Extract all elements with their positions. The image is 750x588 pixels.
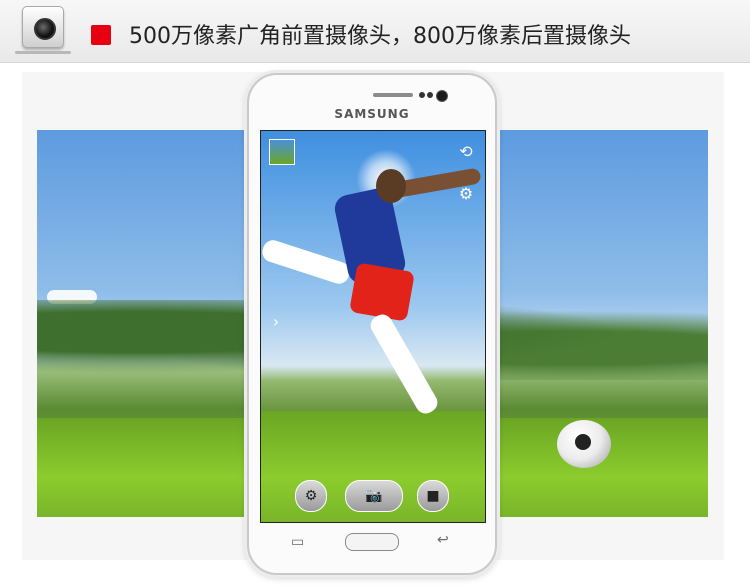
back-icon[interactable]: ↩ (437, 532, 449, 548)
brand-logo: SAMSUNG (334, 107, 410, 121)
phone-device: SAMSUNG ⟲ ⚙ › ⚙ 📷 ■ ▭ ↩ (247, 73, 497, 575)
bullet-square-icon (91, 25, 111, 45)
player-head (376, 169, 406, 203)
soccer-ball (557, 420, 611, 468)
camera-viewfinder[interactable]: ⟲ ⚙ › ⚙ 📷 ■ (260, 130, 486, 523)
mode-icon[interactable]: ⚙ (295, 480, 327, 512)
sensor-dot (427, 92, 433, 98)
player-leg (261, 237, 353, 287)
expand-chevron-icon[interactable]: › (263, 309, 289, 335)
badge-stand (15, 51, 71, 54)
home-button[interactable] (345, 533, 399, 551)
video-record-icon[interactable]: ■ (417, 480, 449, 512)
gallery-thumbnail-icon[interactable] (269, 139, 295, 165)
settings-icon[interactable]: ⚙ (453, 181, 479, 207)
sensor-dot (419, 92, 425, 98)
camera-lens (34, 18, 56, 40)
front-camera (436, 90, 448, 102)
earpiece-speaker (373, 93, 413, 97)
player-leg (366, 310, 442, 418)
shutter-camera-icon[interactable]: 📷 (345, 480, 403, 512)
player-shorts (349, 262, 415, 322)
header-bar: 500万像素广角前置摄像头，800万像素后置摄像头 (0, 0, 750, 63)
feature-title: 500万像素广角前置摄像头，800万像素后置摄像头 (129, 24, 631, 49)
flip-camera-icon[interactable]: ⟲ (453, 139, 479, 165)
camera-badge-icon (15, 6, 71, 54)
recent-apps-icon[interactable]: ▭ (291, 534, 304, 550)
